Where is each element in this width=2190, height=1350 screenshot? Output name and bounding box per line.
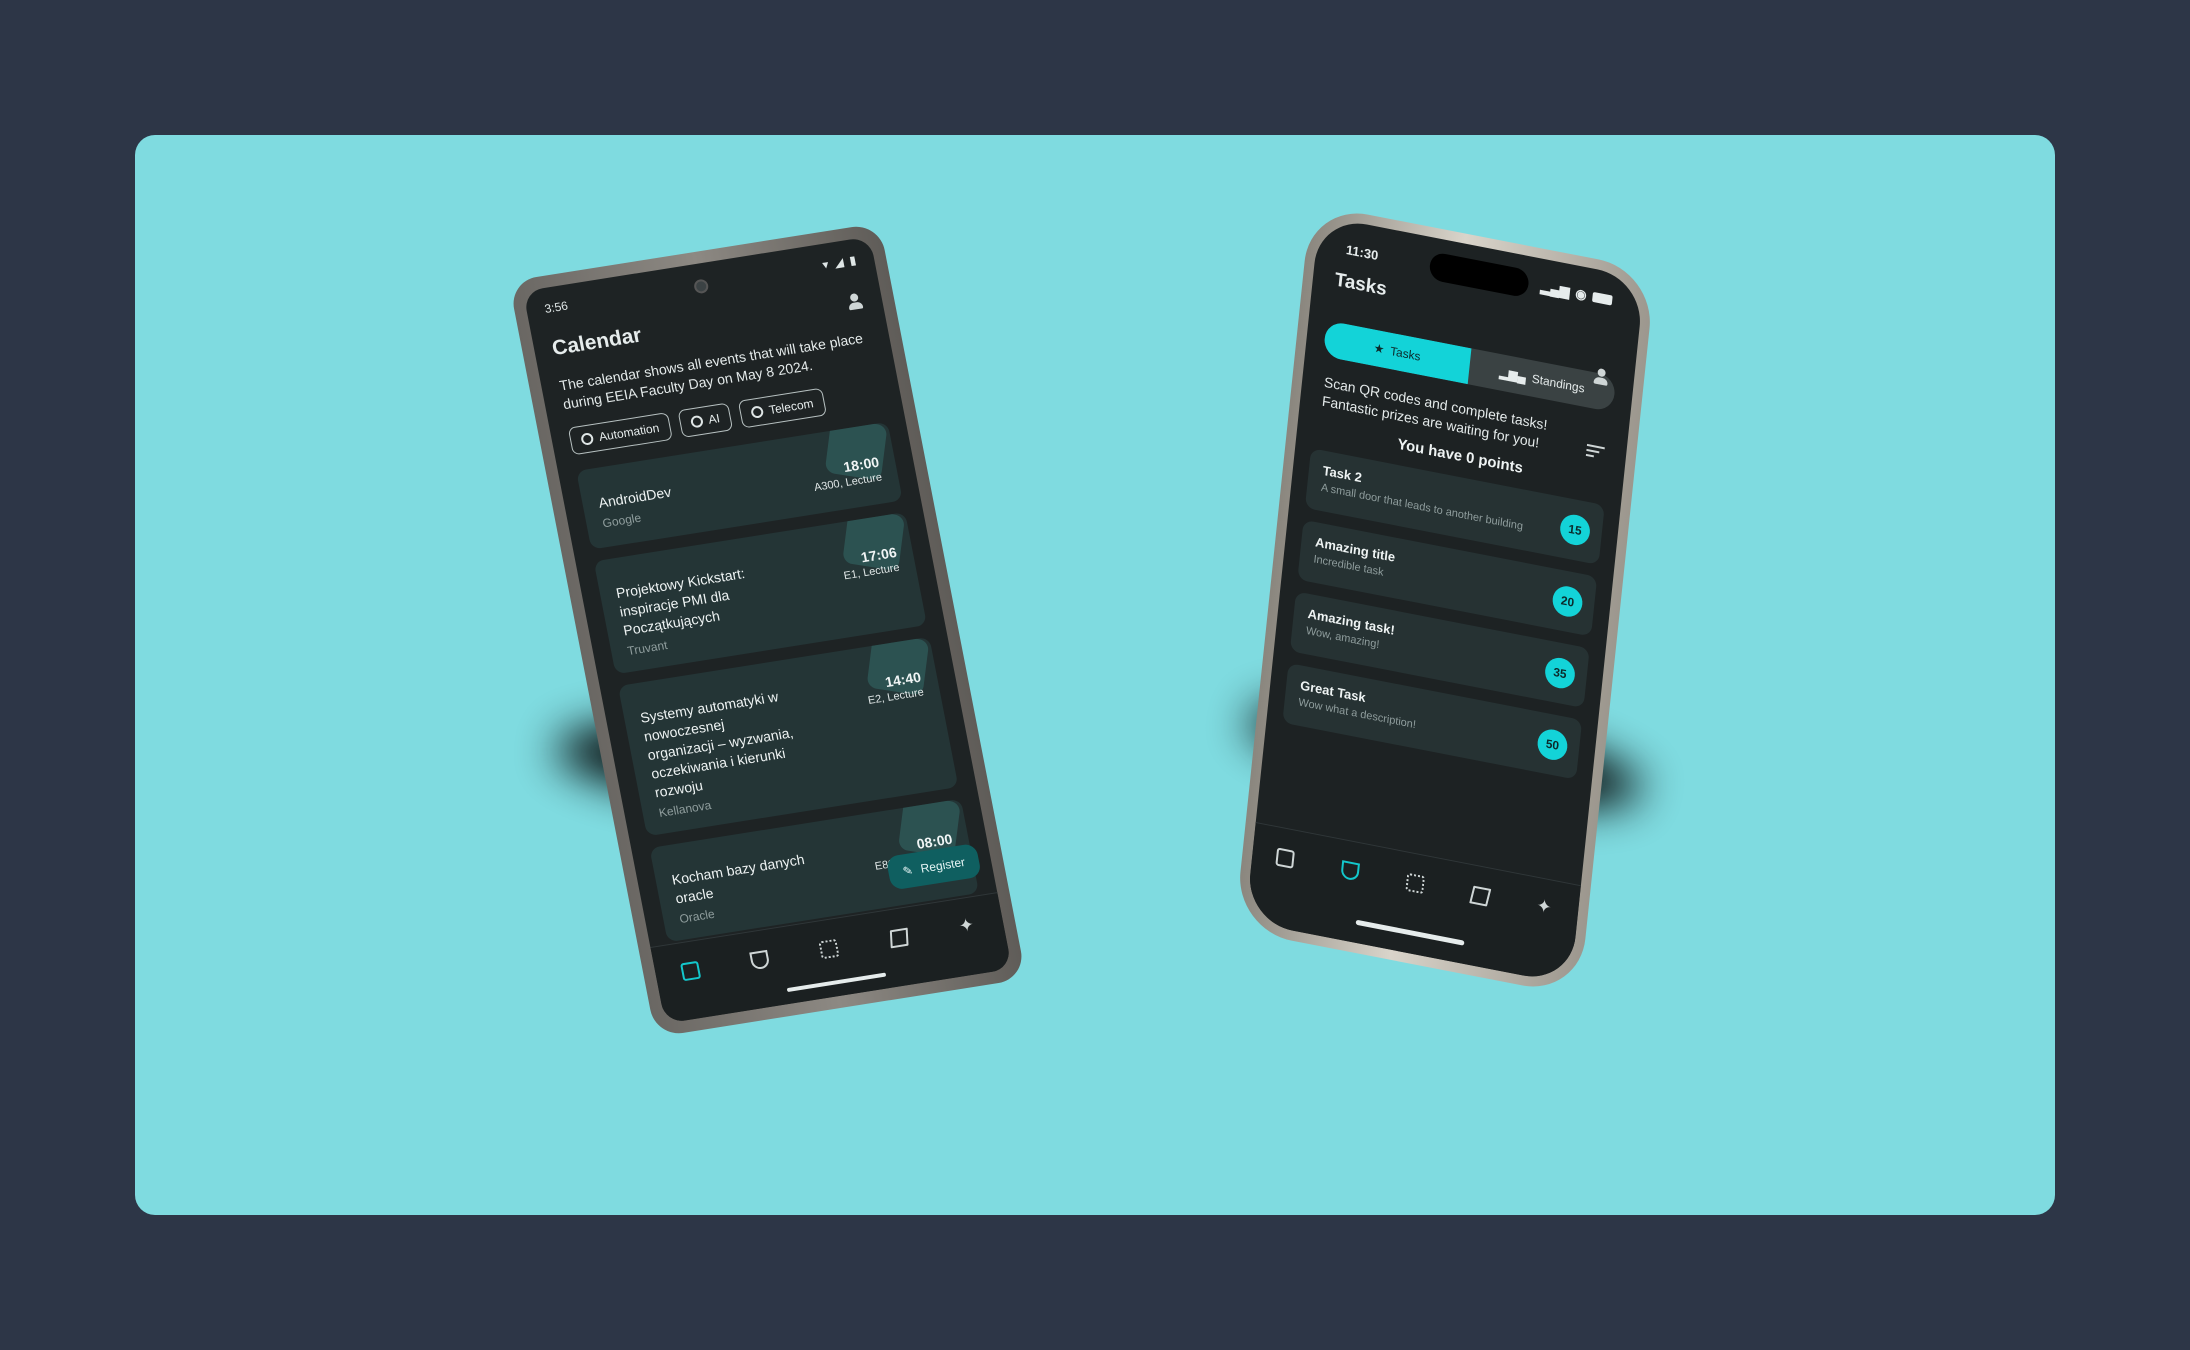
qr-code-nav-icon[interactable] (1405, 872, 1426, 895)
trophy-nav-icon[interactable] (1340, 860, 1360, 882)
pencil-icon: ✎ (901, 863, 915, 879)
qr-code-nav-icon[interactable] (818, 938, 841, 960)
profile-icon[interactable] (844, 291, 865, 311)
iphone: 11:30 ▂▄▆ ◉ Tasks ★ Tasks ▂▆▄ Standings … (1234, 203, 1656, 997)
sparkles-nav-icon[interactable] (1535, 898, 1555, 919)
task-list: Task 2 A small door that leads to anothe… (1267, 433, 1622, 783)
android-frame: 3:56 ▾ ◢ ▮ Calendar The calendar shows a… (508, 222, 1027, 1038)
sort-icon[interactable] (1585, 443, 1605, 459)
wifi-icon: ◉ (1574, 285, 1588, 303)
event-name: Systemy automatyki w nowoczesnej organiz… (638, 688, 795, 801)
map-nav-icon[interactable] (1469, 885, 1492, 907)
sparkles-nav-icon[interactable] (958, 917, 979, 937)
battery-icon (1591, 291, 1613, 306)
signal-icon: ◢ (833, 254, 845, 271)
profile-icon[interactable] (1591, 366, 1611, 387)
star-icon: ★ (1373, 340, 1386, 357)
bar-chart-icon: ▂▆▄ (1498, 365, 1527, 385)
showcase-card: 3:56 ▾ ◢ ▮ Calendar The calendar shows a… (135, 135, 2055, 1215)
trophy-nav-icon[interactable] (749, 949, 771, 971)
bottom-navigation (1245, 821, 1581, 985)
iphone-screen: 11:30 ▂▄▆ ◉ Tasks ★ Tasks ▂▆▄ Standings … (1245, 215, 1645, 985)
android-phone: 3:56 ▾ ◢ ▮ Calendar The calendar shows a… (508, 222, 1027, 1038)
iphone-frame: 11:30 ▂▄▆ ◉ Tasks ★ Tasks ▂▆▄ Standings … (1234, 203, 1656, 997)
wifi-icon: ▾ (821, 257, 830, 272)
page-title: Tasks (1333, 269, 1388, 301)
antenna-icon (750, 405, 765, 419)
brain-icon (689, 414, 704, 429)
android-screen: 3:56 ▾ ◢ ▮ Calendar The calendar shows a… (522, 236, 1013, 1024)
robot-icon (580, 432, 595, 446)
battery-icon: ▮ (848, 252, 858, 268)
calendar-nav-icon[interactable] (1275, 847, 1295, 869)
calendar-nav-icon[interactable] (680, 960, 702, 982)
map-nav-icon[interactable] (889, 927, 909, 949)
